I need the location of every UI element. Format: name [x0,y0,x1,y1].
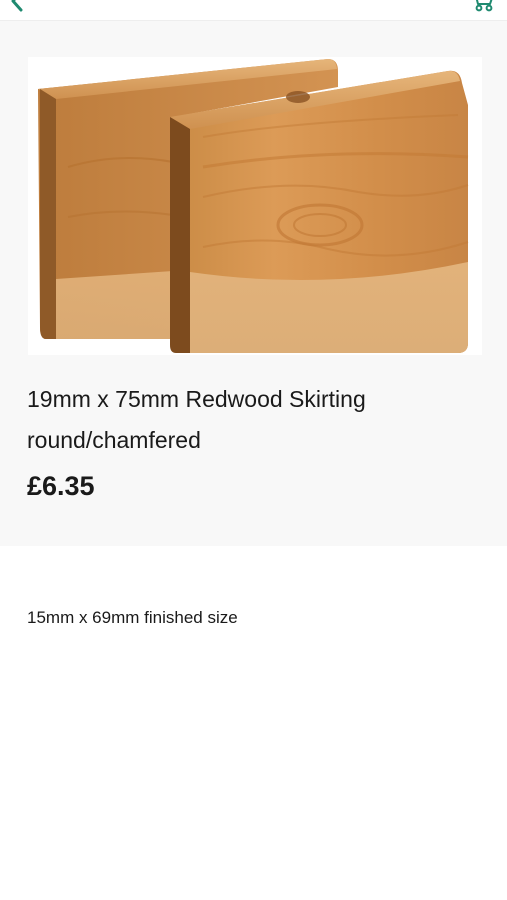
product-description: 15mm x 69mm finished size [27,608,238,627]
back-button[interactable] [6,0,28,12]
product-summary: 19mm x 75mm Redwood Skirting round/chamf… [0,21,507,546]
product-title: 19mm x 75mm Redwood Skirting round/chamf… [27,386,366,453]
top-navigation-bar [0,0,507,21]
skirting-board-image [38,59,469,353]
cart-button[interactable] [469,0,495,12]
product-price: £6.35 [27,471,95,501]
product-detail-screen: 19mm x 75mm Redwood Skirting round/chamf… [0,0,507,900]
chevron-left-icon [11,0,23,12]
product-image[interactable] [28,57,482,355]
shopping-cart-icon [475,0,493,12]
